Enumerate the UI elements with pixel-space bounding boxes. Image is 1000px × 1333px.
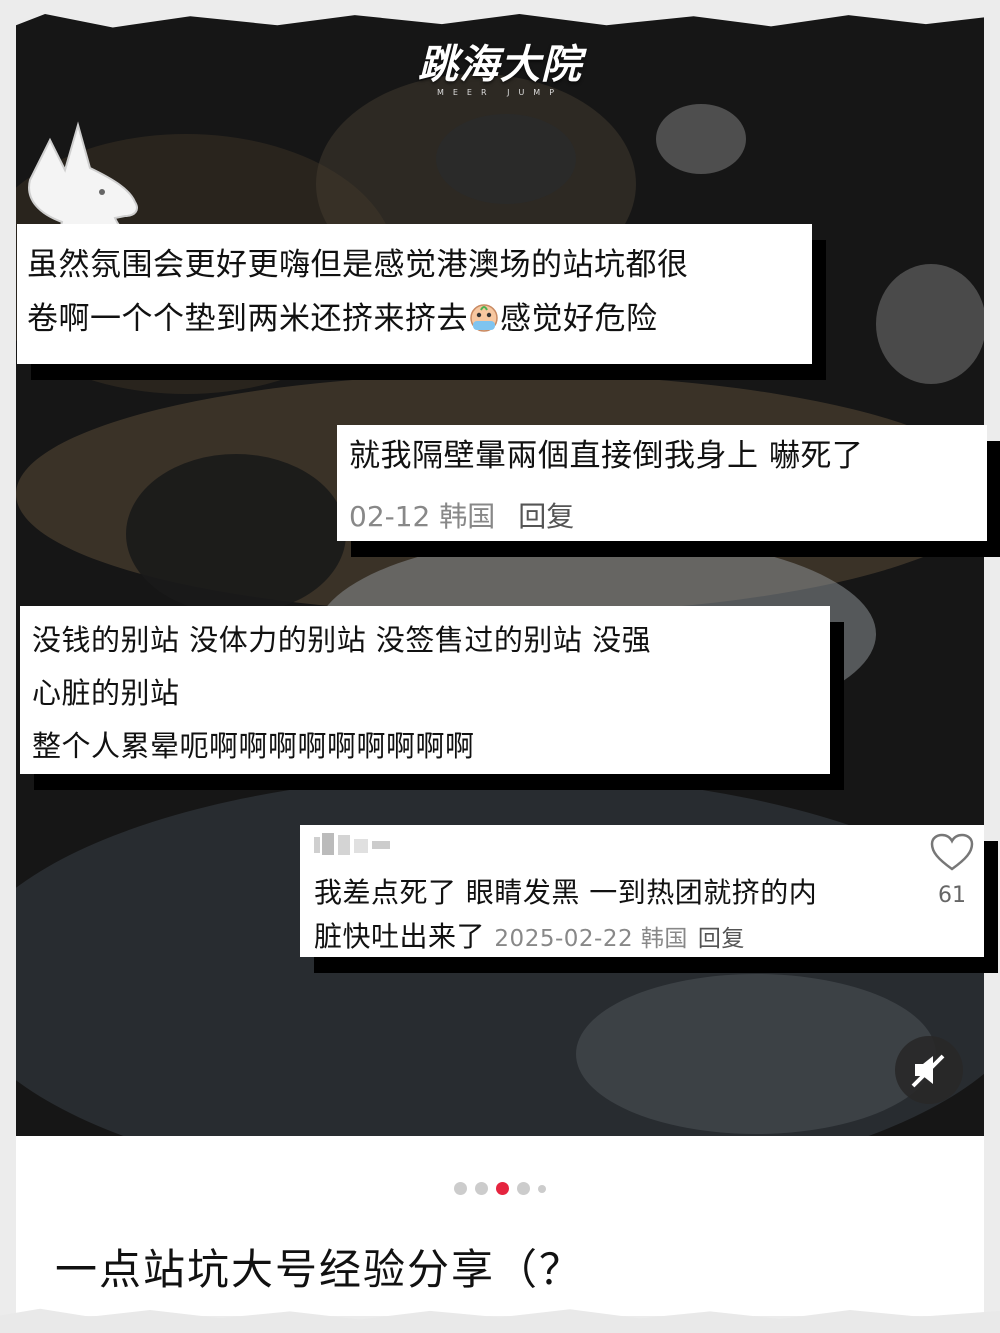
- comment-date: 02-12: [349, 500, 431, 533]
- carousel-indicator: [0, 1182, 1000, 1195]
- comment-meta: 2025-02-22 韩国 回复: [494, 926, 744, 952]
- comment-text-segment: 感觉好危险: [500, 301, 658, 337]
- carousel-dot[interactable]: [454, 1182, 467, 1195]
- comment-card-2: 就我隔壁暈兩個直接倒我身上 嚇死了 02-12 韩国 回复: [337, 425, 987, 541]
- mute-button[interactable]: [895, 1036, 963, 1104]
- heart-icon[interactable]: [930, 833, 974, 873]
- carousel-dot[interactable]: [538, 1184, 546, 1193]
- comment-card-4: 我差点死了 眼睛发黑 一到热团就挤的内 脏快吐出来了 2025-02-22 韩国…: [300, 825, 984, 957]
- comment-card-1: 虽然氛围会更好更嗨但是感觉港澳场的站坑都很 卷啊一个个垫到两米还挤来挤去 感觉好危…: [17, 224, 812, 364]
- post-title: 一点站坑大号经验分享（？: [55, 1245, 584, 1294]
- brand-subtitle: MEER JUMP: [436, 88, 564, 97]
- shoe: [656, 104, 746, 174]
- carousel-dot[interactable]: [475, 1182, 488, 1195]
- comment-line: 没钱的别站 没体力的别站 没签售过的别站 没强: [32, 623, 652, 657]
- comment-text: 虽然氛围会更好更嗨但是感觉港澳场的站坑都很 卷啊一个个垫到两米还挤来挤去 感觉好危…: [27, 238, 817, 346]
- reply-button[interactable]: 回复: [518, 500, 574, 533]
- comment-text: 我差点死了 眼睛发黑 一到热团就挤的内 脏快吐出来了 2025-02-22 韩国…: [314, 871, 894, 961]
- like-count: 61: [938, 883, 966, 908]
- speaker-muted-icon: [911, 1054, 945, 1088]
- comment-line: 虽然氛围会更好更嗨但是感觉港澳场的站坑都很: [27, 247, 689, 283]
- comment-line: 心脏的别站: [32, 676, 180, 710]
- blurred-username: [314, 833, 390, 855]
- comment-text: 没钱的别站 没体力的别站 没签售过的别站 没强 心脏的别站 整个人累晕呃啊啊啊啊…: [32, 614, 822, 773]
- crying-face-emoji-icon: [470, 304, 498, 332]
- comment-card-3: 没钱的别站 没体力的别站 没签售过的别站 没强 心脏的别站 整个人累晕呃啊啊啊啊…: [20, 606, 830, 774]
- comment-text-segment: 卷啊一个个垫到两米还挤来挤去: [27, 301, 468, 337]
- carousel-dot[interactable]: [517, 1182, 530, 1195]
- comment-text-segment: 脏快吐出来了: [314, 920, 486, 953]
- comment-line: 我差点死了 眼睛发黑 一到热团就挤的内: [314, 876, 818, 909]
- carousel-dot-active[interactable]: [496, 1182, 509, 1195]
- brand-title: 跳海大院: [418, 42, 582, 88]
- comment-region: 韩国: [640, 926, 688, 952]
- arm: [126, 454, 346, 614]
- comment-line: 卷啊一个个垫到两米还挤来挤去 感觉好危险: [27, 292, 817, 346]
- jacket-highlight: [576, 974, 936, 1134]
- comment-region: 韩国: [439, 500, 496, 533]
- comment-line: 整个人累晕呃啊啊啊啊啊啊啊啊啊: [32, 729, 475, 763]
- comment-text: 就我隔壁暈兩個直接倒我身上 嚇死了: [349, 438, 864, 474]
- comment-date: 2025-02-22: [494, 926, 634, 952]
- comment-line: 脏快吐出来了 2025-02-22 韩国 回复: [314, 915, 894, 961]
- comment-meta: 02-12 韩国 回复: [349, 495, 574, 535]
- brand-logo: 跳海大院 MEER JUMP: [0, 32, 1000, 97]
- shoe: [876, 264, 984, 384]
- shoe: [436, 114, 576, 204]
- reply-button[interactable]: 回复: [698, 926, 745, 952]
